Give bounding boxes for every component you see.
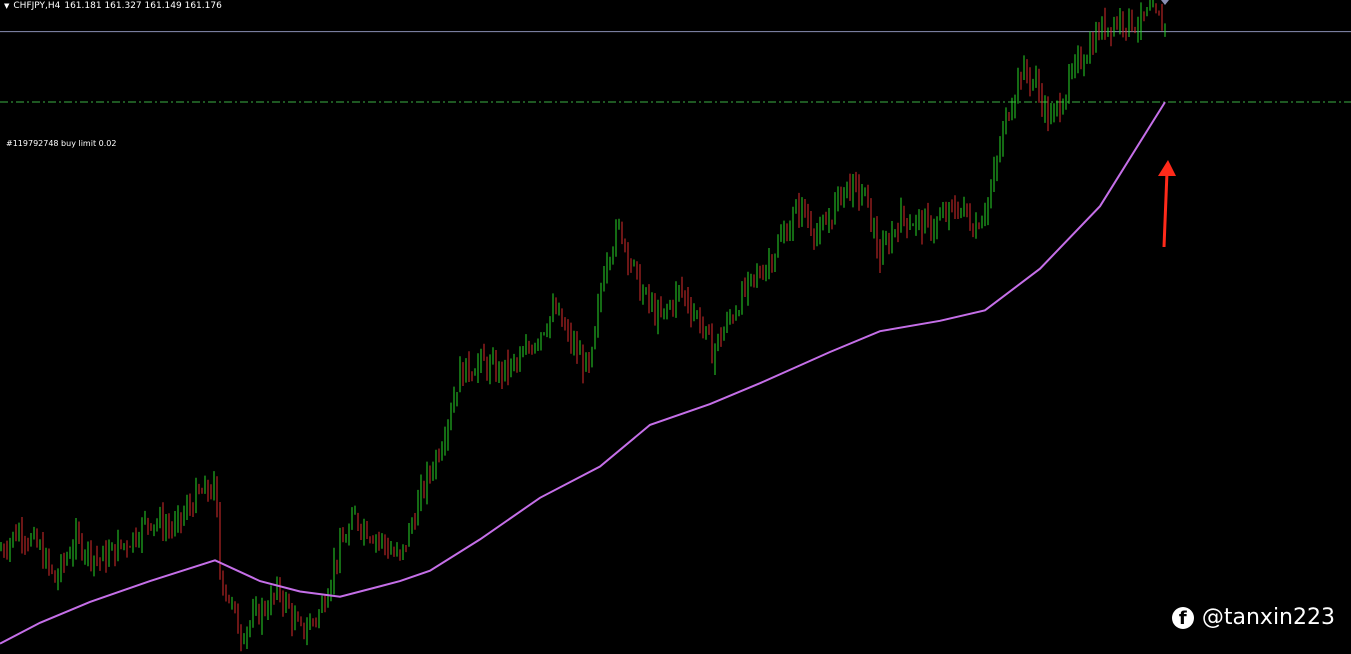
triangle-down-icon[interactable]: ▼ xyxy=(4,2,9,11)
price-chart[interactable] xyxy=(0,0,1351,654)
watermark-text: @tanxin223 xyxy=(1201,605,1335,630)
chart-header: ▼ CHFJPY,H4 161.181 161.327 161.149 161.… xyxy=(4,1,222,11)
red-arrow-annotation xyxy=(1158,160,1176,248)
symbol-label: CHFJPY,H4 xyxy=(13,1,61,11)
facebook-icon: f xyxy=(1171,606,1194,629)
ohlc-values: 161.181 161.327 161.149 161.176 xyxy=(64,1,222,11)
candles-group xyxy=(0,0,1166,652)
order-label: #119792748 buy limit 0.02 xyxy=(6,139,117,148)
watermark: f @tanxin223 xyxy=(1171,605,1335,630)
